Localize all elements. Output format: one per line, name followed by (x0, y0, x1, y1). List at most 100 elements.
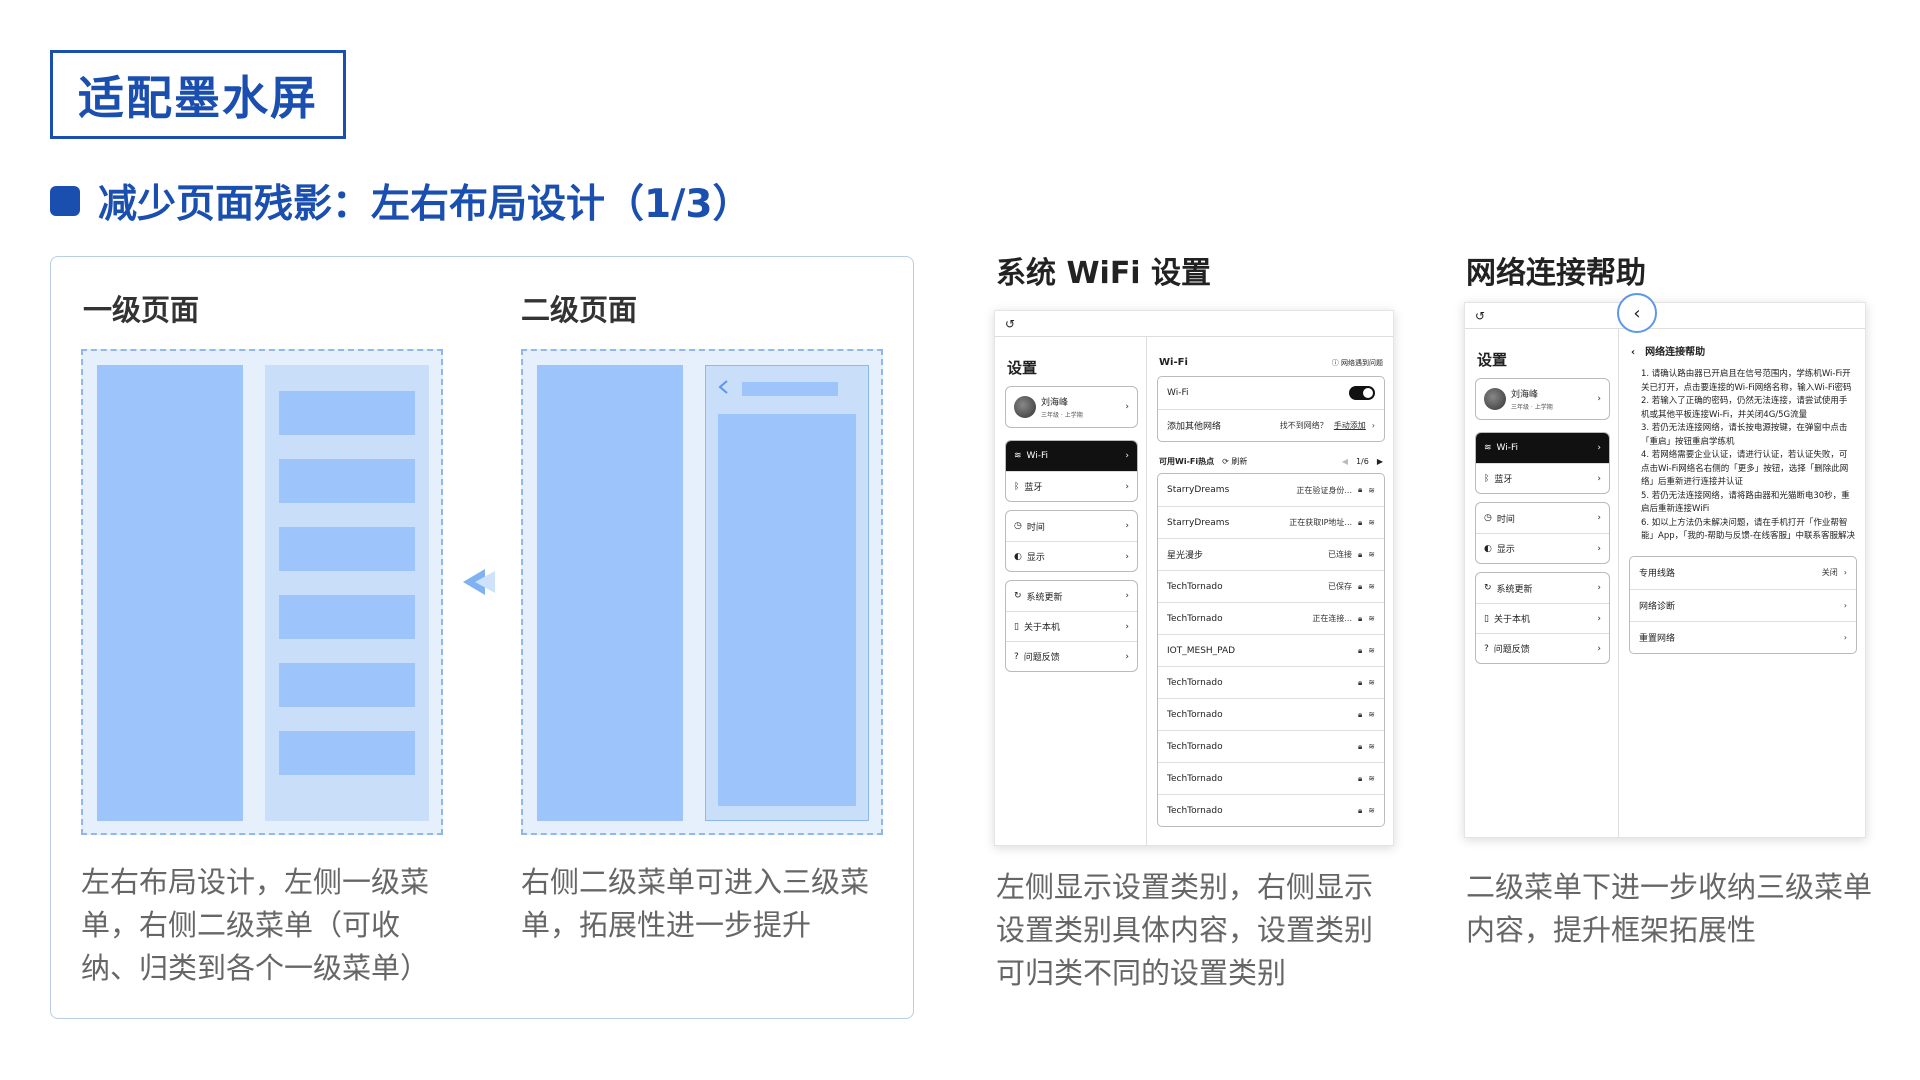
sidebar-item-update[interactable]: ↻ 系统更新 › (1476, 573, 1609, 603)
sidebar-item-label: 时间 (1026, 522, 1045, 533)
network-name: TechTornado (1167, 805, 1223, 816)
chevron-left-icon[interactable]: ‹ (1631, 347, 1635, 358)
wifi-signal-icon: ≋ (1368, 485, 1375, 495)
chevron-right-icon: › (1597, 543, 1601, 554)
chevron-right-icon: › (1597, 643, 1601, 654)
chevron-right-icon: › (1125, 451, 1129, 461)
sidebar-item-about[interactable]: ▯ 关于本机 › (1006, 611, 1137, 641)
network-name: TechTornado (1167, 709, 1223, 720)
network-row[interactable]: TechTornado 正在连接... 🔒︎ ≋ (1158, 602, 1384, 634)
sidebar-item-display[interactable]: ◐ 显示 › (1006, 541, 1137, 571)
chevron-right-icon: › (1125, 481, 1129, 492)
chevron-right-icon: › (1125, 651, 1129, 662)
clock-icon: ◷ (1014, 521, 1022, 531)
help-options: 专用线路 关闭 › 网络诊断 › 重置网络 › (1629, 555, 1857, 654)
network-row[interactable]: StarryDreams 正在验证身份... 🔒︎ ≋ (1158, 474, 1384, 506)
sidebar-item-bluetooth[interactable]: ᛒ 蓝牙 › (1476, 463, 1609, 493)
sidebar-item-wifi[interactable]: ≋ Wi-Fi › (1006, 441, 1137, 471)
sidebar-item-label: 关于本机 (1493, 615, 1530, 625)
sidebar-title: 设置 (1477, 351, 1508, 369)
help-step: 6. 如以上方法仍未解决问题，请在手机打开「作业帮智能」App，「我的-帮助与反… (1641, 517, 1855, 542)
sidebar-item-label: Wi-Fi (1026, 451, 1049, 461)
list-item (279, 663, 415, 707)
wifi-section-title: Wi-Fi (1159, 357, 1188, 368)
level2-description: 右侧二级菜单可进入三级菜单，拓展性进一步提升 (521, 865, 870, 942)
network-row[interactable]: IOT_MESH_PAD 🔒︎ ≋ (1158, 634, 1384, 666)
network-row[interactable]: TechTornado 🔒︎ ≋ (1158, 794, 1384, 826)
help-steps: 1. 请确认路由器已开启且在信号范围内，学练机Wi-Fi开关已打开，点击要连接的… (1619, 368, 1865, 544)
sidebar-item-label: 问题反馈 (1493, 645, 1530, 655)
refresh-button[interactable]: ⟳ 刷新 (1222, 457, 1247, 466)
sidebar-item-label: 时间 (1496, 514, 1515, 525)
list-item (279, 527, 415, 571)
next-page-icon[interactable]: ▶ (1377, 457, 1383, 466)
top-bar: ↺ (995, 311, 1393, 337)
sidebar-item-wifi[interactable]: ≋ Wi-Fi › (1476, 433, 1609, 463)
level1-wireframe (81, 349, 443, 835)
network-name: 星光漫步 (1167, 551, 1204, 561)
layout-illustration-panel: 一级页面 二级页面 左右布局设计，左侧一级菜单，右侧二级菜单（可收纳、归类到各个… (50, 256, 914, 1019)
manual-add-link[interactable]: 手动添加 (1334, 420, 1366, 431)
sidebar-item-update[interactable]: ↻ 系统更新 › (1006, 581, 1137, 611)
list-item (279, 595, 415, 639)
help-step: 2. 若输入了正确的密码，仍然无法连接，请尝试使用手机或其他平板连接Wi-Fi，… (1641, 396, 1848, 420)
network-row[interactable]: TechTornado 🔒︎ ≋ (1158, 666, 1384, 698)
network-name: TechTornado (1167, 741, 1223, 752)
chevron-right-icon: › (1843, 632, 1847, 642)
top-bar: ↺ (1465, 303, 1865, 329)
network-trouble-link[interactable]: ⓘ 网络遇到问题 (1332, 358, 1383, 368)
level1-right-column (265, 365, 429, 821)
network-row[interactable]: 星光漫步 已连接 🔒︎ ≋ (1158, 538, 1384, 570)
back-icon[interactable]: ↺ (1475, 309, 1485, 323)
lock-icon: 🔒︎ (1358, 549, 1363, 559)
wifi-signal-icon: ≋ (1368, 646, 1375, 655)
network-row[interactable]: TechTornado 🔒︎ ≋ (1158, 698, 1384, 730)
sidebar-item-display[interactable]: ◐ 显示 › (1476, 533, 1609, 563)
sidebar-item-label: 蓝牙 (1024, 483, 1043, 493)
help-column-description: 二级菜单下进一步收纳三级菜单内容，提升框架拓展性 (1466, 870, 1873, 947)
help-option-row[interactable]: 重置网络 › (1630, 620, 1856, 653)
prev-page-icon[interactable]: ◀ (1342, 457, 1348, 466)
add-network-row[interactable]: 添加其他网络 找不到网络？ 手动添加 › (1158, 409, 1384, 441)
sidebar-item-time[interactable]: ◷ 时间 › (1006, 511, 1137, 541)
update-icon: ↻ (1484, 583, 1492, 593)
network-row[interactable]: StarryDreams 正在获取IP地址... 🔒︎ ≋ (1158, 506, 1384, 538)
network-row[interactable]: TechTornado 已保存 🔒︎ ≋ (1158, 570, 1384, 602)
settings-sidebar: 设置 刘海峰 三年级 · 上学期 › ≋ Wi-Fi › ᛒ 蓝牙 › ◷ 时间 › ◐ 显示 › … (1465, 329, 1619, 837)
wifi-settings-screen: ↺ 设置 刘海峰 三年级 · 上学期 › ≋ Wi-Fi › ᛒ 蓝牙 › ◷ 时间 › ◐ 显示… (994, 310, 1394, 846)
profile-card[interactable]: 刘海峰 三年级 · 上学期 › (1005, 386, 1138, 428)
network-status: 正在获取IP地址... (1289, 518, 1353, 527)
back-icon[interactable]: ↺ (1005, 317, 1015, 331)
back-highlight-icon[interactable]: ‹ (1617, 293, 1657, 333)
network-row[interactable]: TechTornado 🔒︎ ≋ (1158, 762, 1384, 794)
hotspots-label: 可用Wi-Fi热点 (1159, 457, 1215, 466)
network-row[interactable]: TechTornado 🔒︎ ≋ (1158, 730, 1384, 762)
wifi-icon: ≋ (1014, 451, 1022, 461)
network-name: IOT_MESH_PAD (1167, 645, 1236, 656)
sidebar-item-label: 系统更新 (1026, 592, 1063, 603)
sidebar-item-bluetooth[interactable]: ᛒ 蓝牙 › (1006, 471, 1137, 501)
wifi-icon: ≋ (1484, 443, 1492, 453)
sidebar-item-feedback[interactable]: ? 问题反馈 › (1006, 641, 1137, 671)
sidebar-item-time[interactable]: ◷ 时间 › (1476, 503, 1609, 533)
chevron-right-icon: › (1597, 443, 1601, 453)
device-icon: ▯ (1014, 621, 1019, 632)
option-label: 专用线路 (1639, 569, 1676, 579)
chevron-right-icon: › (1843, 568, 1847, 577)
wifi-signal-icon: ≋ (1368, 518, 1375, 527)
help-column-heading: 网络连接帮助 (1466, 256, 1646, 291)
help-option-row[interactable]: 专用线路 关闭 › (1630, 557, 1856, 589)
network-name: TechTornado (1167, 677, 1223, 688)
display-icon: ◐ (1014, 551, 1022, 562)
help-icon: ? (1014, 651, 1019, 662)
help-option-row[interactable]: 网络诊断 › (1630, 588, 1856, 621)
network-name: TechTornado (1167, 613, 1223, 624)
chevron-right-icon: › (1843, 600, 1847, 610)
sidebar-item-feedback[interactable]: ? 问题反馈 › (1476, 633, 1609, 663)
help-main-content: ‹ 网络连接帮助 1. 请确认路由器已开启且在信号范围内，学练机Wi-Fi开关已… (1619, 329, 1865, 837)
profile-card[interactable]: 刘海峰 三年级 · 上学期 › (1475, 378, 1610, 420)
wifi-toggle[interactable] (1349, 386, 1375, 400)
level2-left-column (537, 365, 683, 821)
sidebar-item-label: Wi-Fi (1496, 443, 1519, 453)
sidebar-item-about[interactable]: ▯ 关于本机 › (1476, 603, 1609, 633)
